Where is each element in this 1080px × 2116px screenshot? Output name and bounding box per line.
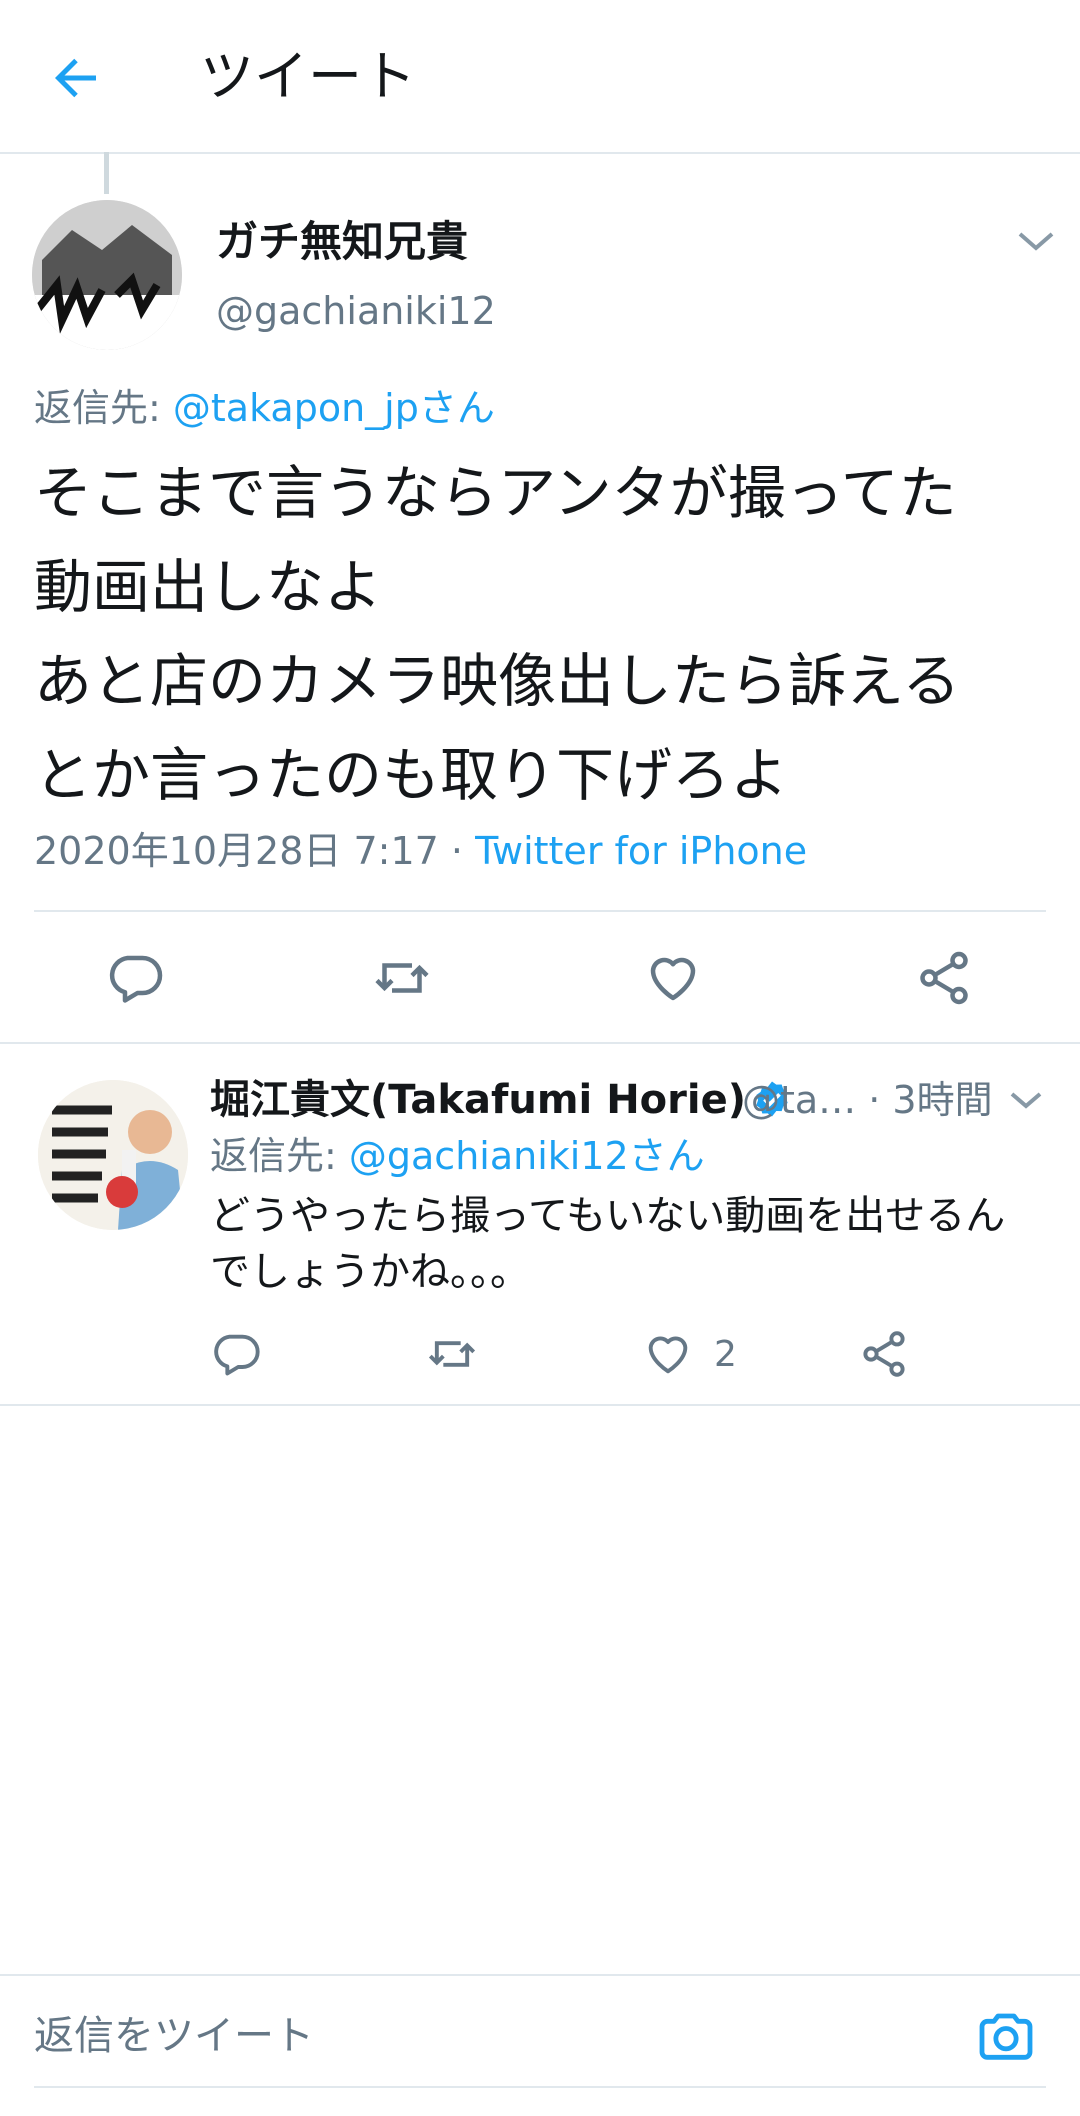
reply-to-label: 返信先: bbox=[210, 1134, 349, 1178]
like-count: 2 bbox=[714, 1334, 737, 1375]
page-title: ツイート bbox=[200, 45, 416, 108]
like-icon[interactable] bbox=[643, 948, 703, 1008]
author-name[interactable]: 堀江貴文(Takafumi Horie) bbox=[210, 1072, 792, 1128]
tweet-text-line: あと店のカメラ映像出したら訴える bbox=[34, 647, 961, 715]
reply-icon[interactable] bbox=[210, 1328, 262, 1380]
reply-to-link[interactable]: @takapon_jpさん bbox=[173, 386, 495, 430]
reply-to-label: 返信先: bbox=[34, 386, 173, 430]
like-icon[interactable] bbox=[642, 1328, 694, 1380]
reply-to-line: 返信先: @gachianiki12さん bbox=[210, 1128, 705, 1184]
avatar[interactable] bbox=[38, 1080, 188, 1230]
chevron-down-icon[interactable] bbox=[1006, 1086, 1046, 1114]
arrow-left-icon[interactable] bbox=[46, 48, 106, 108]
tweet-text-line: 動画出しなよ bbox=[34, 553, 383, 621]
tweet-body: どうやったら撮ってもいない動画を出せるんでしょうかね。。。 bbox=[210, 1193, 1006, 1295]
author-handle[interactable]: @gachianiki12 bbox=[216, 286, 496, 336]
chevron-down-icon[interactable] bbox=[1014, 226, 1058, 256]
avatar-image bbox=[32, 200, 182, 350]
avatar-image bbox=[38, 1080, 188, 1230]
reply-to-link[interactable]: @gachianiki12さん bbox=[349, 1134, 705, 1178]
source-link[interactable]: Twitter for iPhone bbox=[475, 829, 807, 873]
reply-composer: 返信をツイート bbox=[0, 1974, 1080, 2116]
tweet-text-line: そこまで言うならアンタが撮ってた bbox=[34, 459, 957, 527]
top-bar: ツイート bbox=[0, 0, 1080, 154]
author-name[interactable]: ガチ無知兄貴 bbox=[216, 214, 468, 270]
avatar[interactable] bbox=[32, 200, 182, 350]
share-icon[interactable] bbox=[858, 1328, 910, 1380]
reply-input[interactable]: 返信をツイート bbox=[34, 2008, 314, 2064]
reply-icon[interactable] bbox=[105, 948, 165, 1008]
author-handle-time[interactable]: @ta… · 3時間 bbox=[742, 1072, 993, 1128]
retweet-icon[interactable] bbox=[372, 948, 432, 1008]
reply-input-area[interactable]: 返信をツイート bbox=[34, 1986, 1046, 2088]
tweet-text-line: とか言ったのも取り下げろよ bbox=[34, 741, 789, 809]
retweet-icon[interactable] bbox=[426, 1328, 478, 1380]
author-name-text: 堀江貴文(Takafumi Horie) bbox=[210, 1077, 746, 1123]
camera-icon[interactable] bbox=[974, 2004, 1038, 2068]
thread-connector bbox=[104, 152, 109, 194]
tweet-actions: 2 bbox=[0, 1320, 1080, 1406]
tweet-body: そこまで言うならアンタが撮ってた 動画出しなよ あと店のカメラ映像出したら訴える… bbox=[34, 446, 1044, 822]
timestamp: 2020年10月28日 7:17 · bbox=[34, 829, 476, 873]
share-icon[interactable] bbox=[914, 948, 974, 1008]
tweet-meta: 2020年10月28日 7:17 · Twitter for iPhone bbox=[34, 824, 807, 878]
reply-to-line: 返信先: @takapon_jpさん bbox=[34, 380, 495, 436]
tweet-actions bbox=[0, 912, 1080, 1044]
